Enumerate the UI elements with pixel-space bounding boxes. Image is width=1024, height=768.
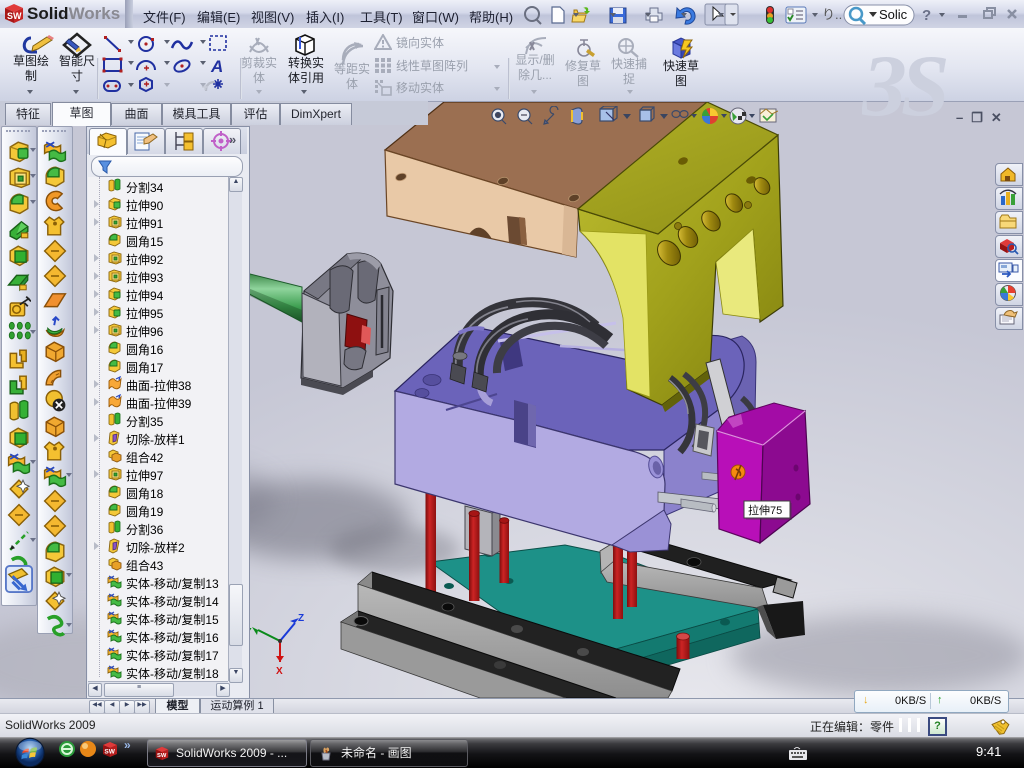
svg-text:SW: SW [157, 753, 167, 759]
svg-text:A: A [210, 57, 223, 76]
svg-text:Z: Z [298, 613, 304, 624]
svg-text:X: X [276, 666, 283, 677]
svg-text:拉伸75: 拉伸75 [748, 503, 782, 517]
svg-text:SW: SW [104, 748, 115, 755]
svg-text:Solic: Solic [879, 7, 908, 22]
svg-text:?: ? [922, 7, 931, 24]
svg-text:SW: SW [7, 11, 22, 21]
svg-text:り..: り.. [822, 7, 842, 22]
